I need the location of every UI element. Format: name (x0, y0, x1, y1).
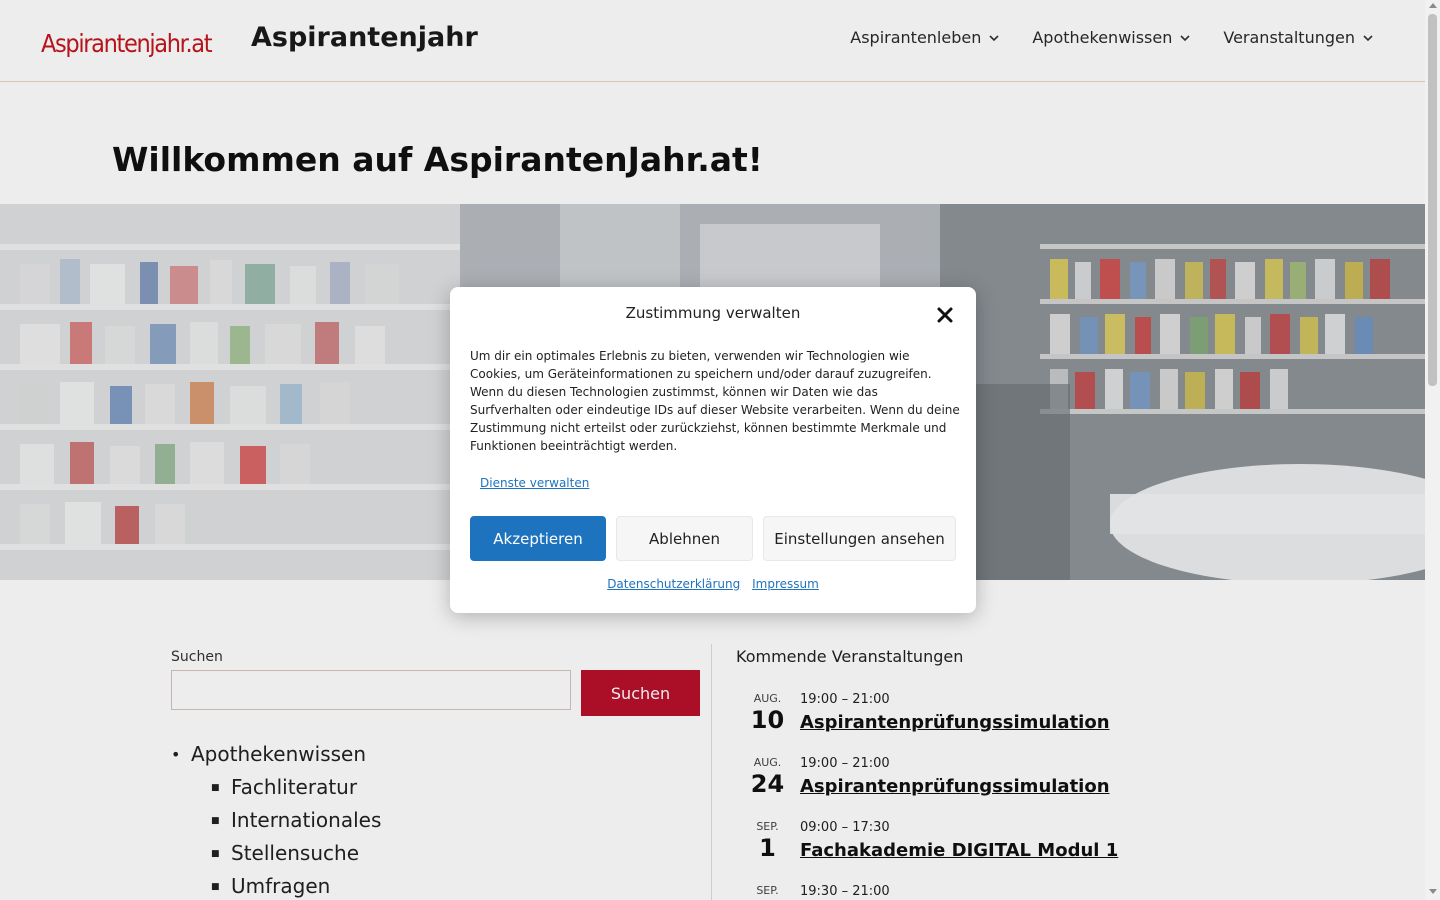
deny-button[interactable]: Ablehnen (616, 516, 753, 561)
consent-text: Um dir ein optimales Erlebnis zu bieten,… (470, 349, 960, 453)
manage-services-link[interactable]: Dienste verwalten (480, 476, 589, 490)
close-icon[interactable] (935, 305, 955, 325)
consent-modal: Zustimmung verwalten Um dir ein optimale… (450, 287, 976, 613)
view-settings-button[interactable]: Einstellungen ansehen (763, 516, 956, 561)
modal-footer: Datenschutzerklärung Impressum (450, 577, 976, 591)
page-scrollbar[interactable] (1425, 0, 1440, 900)
modal-title: Zustimmung verwalten (625, 304, 801, 322)
accept-button[interactable]: Akzeptieren (470, 516, 606, 561)
scroll-down-arrow-icon[interactable] (1428, 889, 1437, 894)
scrollbar-thumb[interactable] (1428, 14, 1437, 386)
scroll-up-arrow-icon[interactable] (1428, 3, 1437, 8)
privacy-policy-link[interactable]: Datenschutzerklärung (607, 577, 740, 591)
imprint-link[interactable]: Impressum (752, 577, 819, 591)
